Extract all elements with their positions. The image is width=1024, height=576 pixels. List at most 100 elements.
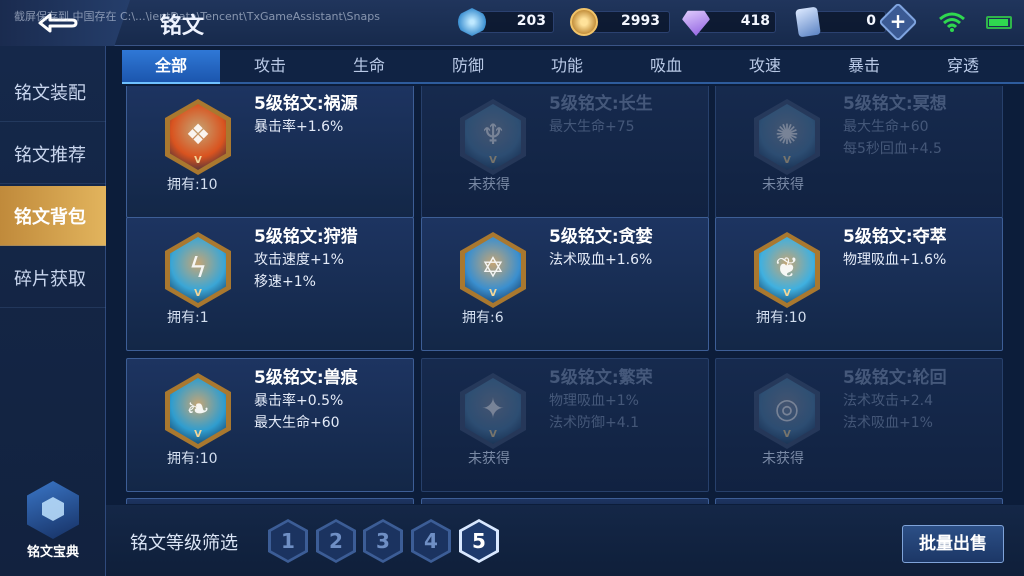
owned-count: 未获得: [762, 177, 804, 193]
sidebar-item-label: 铭文装配: [14, 82, 86, 104]
emblem-level-mark: V: [194, 155, 202, 166]
resource-gold-coin[interactable]: 2993: [570, 6, 670, 38]
level-filter-3[interactable]: 3: [363, 519, 403, 563]
tab-defense[interactable]: 防御: [419, 50, 517, 84]
tab-atkspeed[interactable]: 攻速: [716, 50, 814, 84]
inscription-card-partial[interactable]: [421, 498, 709, 504]
inscription-card[interactable]: ✦ V 5级铭文:繁荣 物理吸血+1% 法术防御+4.1 未获得: [421, 358, 709, 492]
inscription-name: 5级铭文:冥想: [843, 94, 947, 114]
inscription-stat: 物理吸血+1.6%: [843, 252, 947, 268]
codex-book-icon: [27, 481, 79, 539]
tab-attack[interactable]: 攻击: [221, 50, 319, 84]
inscription-card[interactable]: ❧ V 5级铭文:兽痕 暴击率+0.5% 最大生命+60 拥有:10: [126, 358, 414, 492]
inscription-emblem-icon: ✡ V: [460, 232, 526, 308]
level-filter-1[interactable]: 1: [268, 519, 308, 563]
inscription-card-value: 0: [866, 13, 876, 29]
inscription-card-partial[interactable]: [715, 498, 1003, 504]
inscription-emblem-icon: ❧ V: [165, 373, 231, 449]
emblem-level-mark: V: [783, 429, 791, 440]
codex-label: 铭文宝典: [26, 545, 79, 560]
emblem-level-mark: V: [194, 429, 202, 440]
inscription-stat: 移速+1%: [254, 274, 316, 290]
level-filter-2[interactable]: 2: [316, 519, 356, 563]
inscription-emblem-icon: ❦ V: [754, 232, 820, 308]
tab-all[interactable]: 全部: [122, 50, 220, 84]
level-number: 4: [414, 522, 448, 560]
inscription-emblem-icon: ϟV: [165, 232, 231, 308]
resource-inscription-card[interactable]: 0: [794, 6, 886, 38]
level-filter-4[interactable]: 4: [411, 519, 451, 563]
inscription-card[interactable]: ϟ V 5级铭文:狩猎攻击速度+1% 移速+1% 拥有:1: [126, 217, 414, 351]
level-number: 2: [319, 522, 353, 560]
inscription-stat: 最大生命+60: [843, 119, 929, 135]
owned-count: 未获得: [468, 177, 510, 193]
inscription-name: 5级铭文:贪婪: [549, 227, 653, 247]
inscription-card[interactable]: ❦ V 5级铭文:夺萃 物理吸血+1.6% 拥有:10: [715, 217, 1003, 351]
inscription-card[interactable]: ✡ V 5级铭文:贪婪 法术吸血+1.6% 拥有:6: [421, 217, 709, 351]
sidebar-item-label: 碎片获取: [14, 268, 86, 290]
resource-purple-diamond[interactable]: 418: [682, 6, 776, 38]
sidebar-item-equip[interactable]: 铭文装配: [0, 62, 106, 122]
plus-icon: +: [889, 9, 907, 33]
inscription-card-partial[interactable]: [126, 498, 414, 504]
inscription-emblem-icon: ◎ V: [754, 373, 820, 449]
level-number: 5: [462, 522, 496, 560]
owned-count: 未获得: [762, 451, 804, 467]
inscription-stat: 最大生命+75: [549, 119, 635, 135]
inscription-emblem-icon: ✺ V: [754, 99, 820, 175]
inscription-stat: 法术吸血+1%: [843, 415, 933, 431]
purple-diamond-value: 418: [740, 13, 770, 29]
sidebar-item-label: 铭文背包: [14, 206, 86, 228]
bulk-sell-button[interactable]: 批量出售: [902, 525, 1004, 563]
emblem-level-mark: V: [194, 288, 202, 299]
inscription-grid: ❖ V 5级铭文:祸源暴击率+1.6% 拥有:10 ♆ V 5级铭文:长生最大生命+75 未获…: [114, 86, 1024, 504]
inscription-emblem-icon: ❖ V: [165, 99, 231, 175]
inscription-card[interactable]: ◎ V 5级铭文:轮回法术攻击+2.4 法术吸血+1% 未获得: [715, 358, 1003, 492]
level-filter-5[interactable]: 5: [459, 519, 499, 563]
inscription-stat: 暴击率+1.6%: [254, 119, 344, 135]
tab-lifesteal[interactable]: 吸血: [617, 50, 715, 84]
emblem-level-mark: V: [783, 288, 791, 299]
top-bar: 截屏保存到 中国存在 C:\...\ientData\Tencent\TxGam…: [0, 0, 1024, 46]
level-filter-label: 铭文等级筛选: [130, 533, 238, 554]
inscription-name: 5级铭文:繁荣: [549, 368, 653, 388]
inscription-card[interactable]: ✺ V 5级铭文:冥想最大生命+60 每5秒回血+4.5 未获得: [715, 86, 1003, 218]
inscription-codex-button[interactable]: 铭文宝典: [20, 481, 86, 571]
emblem-level-mark: V: [489, 288, 497, 299]
inscription-emblem-icon: ♆ V: [460, 99, 526, 175]
inscription-stat: 攻击速度+1%: [254, 252, 344, 268]
tab-hp[interactable]: 生命: [320, 50, 418, 84]
category-tabs: 全部 攻击 生命 防御 功能 吸血 攻速 暴击 穿透: [122, 50, 1024, 84]
sidebar: 铭文装配 铭文推荐 铭文背包 碎片获取 铭文宝典: [0, 46, 106, 576]
sidebar-item-recommend[interactable]: 铭文推荐: [0, 124, 106, 184]
blue-crystal-value: 203: [516, 13, 546, 29]
sidebar-item-backpack[interactable]: 铭文背包: [0, 186, 106, 246]
owned-count: 拥有:1: [167, 310, 209, 326]
inscription-stat: 物理吸血+1%: [549, 393, 639, 409]
inscription-stat: 每5秒回血+4.5: [843, 141, 942, 157]
inscription-name: 5级铭文:长生: [549, 94, 653, 114]
inscription-name: 5级铭文:祸源: [254, 94, 358, 114]
emblem-level-mark: V: [783, 155, 791, 166]
tab-penetration[interactable]: 穿透: [914, 50, 1012, 84]
inscription-stat: 最大生命+60: [254, 415, 340, 431]
resource-blue-crystal[interactable]: 203: [458, 6, 554, 38]
tab-utility[interactable]: 功能: [518, 50, 616, 84]
emblem-level-mark: V: [489, 155, 497, 166]
inscription-stat: 法术防御+4.1: [549, 415, 639, 431]
inscription-card[interactable]: ❖ V 5级铭文:祸源 暴击率+1.6% 拥有:10: [126, 86, 414, 218]
level-number: 3: [366, 522, 400, 560]
emblem-level-mark: V: [489, 429, 497, 440]
owned-count: 拥有:10: [756, 310, 807, 326]
gold-coin-value: 2993: [621, 13, 660, 29]
inscription-stat: 法术吸血+1.6%: [549, 252, 653, 268]
inscription-name: 5级铭文:轮回: [843, 368, 947, 388]
sidebar-item-fragments[interactable]: 碎片获取: [0, 248, 106, 308]
inscription-card[interactable]: ♆ V 5级铭文:长生最大生命+75 未获得: [421, 86, 709, 218]
tab-crit[interactable]: 暴击: [815, 50, 913, 84]
screenshot-path-text: 截屏保存到 中国存在 C:\...\ientData\Tencent\TxGam…: [14, 10, 380, 23]
level-number: 1: [271, 522, 305, 560]
wifi-icon: [939, 12, 965, 32]
inscription-stat: 法术攻击+2.4: [843, 393, 933, 409]
inscription-name: 5级铭文:狩猎: [254, 227, 358, 247]
